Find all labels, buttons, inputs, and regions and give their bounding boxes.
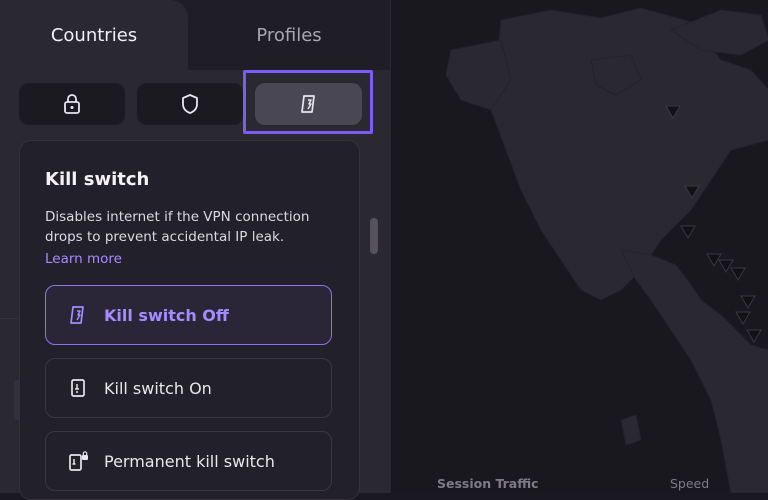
map-land — [445, 7, 768, 493]
scrollbar-thumb[interactable] — [370, 218, 378, 254]
lock-icon — [64, 94, 80, 114]
sidebar-panel: Countries Profiles Kill switch Disables … — [0, 0, 390, 500]
permanent-kill-switch-option[interactable]: Permanent kill switch — [45, 431, 332, 491]
kill-switch-off-option[interactable]: Kill switch Off — [45, 285, 332, 345]
permanent-kill-switch-icon — [68, 450, 90, 472]
kill-switch-button[interactable] — [255, 83, 362, 125]
kill-switch-off-label: Kill switch Off — [104, 305, 229, 325]
session-traffic-label: Session Traffic — [437, 476, 539, 491]
tab-countries[interactable]: Countries — [0, 0, 188, 70]
divider — [0, 318, 18, 319]
kill-switch-on-label: Kill switch On — [104, 378, 212, 398]
popover-description: Disables internet if the VPN connection … — [45, 209, 310, 245]
learn-more-link[interactable]: Learn more — [45, 251, 122, 267]
speed-label: Speed — [670, 476, 710, 491]
shield-icon — [182, 94, 198, 114]
kill-switch-on-icon — [68, 377, 90, 399]
popover-title: Kill switch — [45, 169, 150, 190]
world-map[interactable]: Session Traffic Speed — [390, 0, 768, 493]
tab-profiles-label: Profiles — [256, 24, 322, 46]
permanent-kill-switch-label: Permanent kill switch — [104, 451, 275, 471]
kill-switch-off-icon — [68, 304, 90, 326]
secure-core-button[interactable] — [19, 83, 125, 125]
kill-switch-popover: Kill switch Disables internet if the VPN… — [19, 140, 360, 500]
netshield-button[interactable] — [137, 83, 243, 125]
kill-switch-on-option[interactable]: Kill switch On — [45, 358, 332, 418]
tab-profiles[interactable]: Profiles — [188, 0, 390, 70]
kill-switch-icon — [300, 95, 315, 113]
tab-countries-label: Countries — [50, 24, 138, 46]
